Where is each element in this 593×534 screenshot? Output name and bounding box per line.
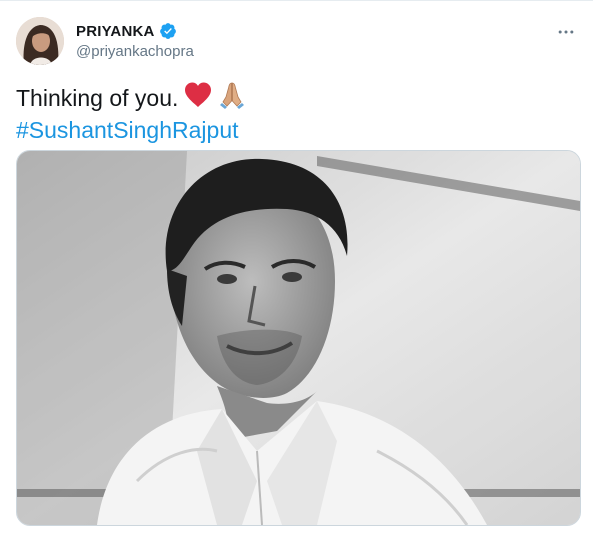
tweet-card: PRIYANKA @priyankachopra Thinking of you… [0, 0, 593, 534]
tweet-message-line: Thinking of you. [16, 81, 246, 116]
more-horizontal-icon [558, 30, 574, 34]
tweet-photo[interactable] [16, 150, 581, 526]
user-handle[interactable]: @priyankachopra [76, 43, 194, 60]
user-info: PRIYANKA @priyankachopra [76, 21, 194, 61]
name-row: PRIYANKA [76, 21, 194, 41]
photo-image [17, 151, 580, 525]
avatar-photo [16, 17, 64, 65]
tweet-text: Thinking of you. #SushantSinghRajput [16, 81, 246, 145]
red-heart-icon [184, 82, 212, 115]
display-name[interactable]: PRIYANKA [76, 23, 155, 40]
avatar[interactable] [16, 17, 64, 65]
verified-badge-icon [159, 22, 177, 40]
hashtag-link[interactable]: #SushantSinghRajput [16, 116, 246, 145]
tweet-message: Thinking of you. [16, 85, 179, 111]
more-options-button[interactable] [553, 19, 579, 45]
folded-hands-icon [218, 81, 246, 116]
